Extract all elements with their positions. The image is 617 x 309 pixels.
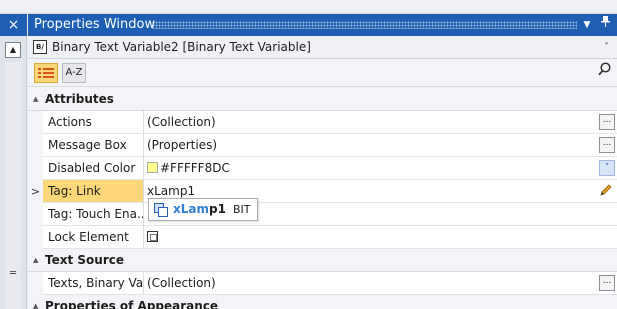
scroll-up-button[interactable]: ▲: [5, 42, 21, 58]
category-appearance[interactable]: ▲ Properties of Appearance: [28, 295, 617, 309]
category-label: Attributes: [45, 92, 114, 106]
window-title: Properties Window: [34, 17, 156, 32]
category-label: Properties of Appearance: [45, 299, 219, 309]
properties-panel: Properties Window ▼ B/ Binary Text Varia…: [28, 14, 617, 309]
property-value-text: #FFFFF8DC: [160, 161, 230, 175]
property-name: Actions: [43, 111, 144, 134]
chevron-down-icon[interactable]: ˅: [599, 160, 615, 176]
property-value-text: (Collection): [147, 115, 216, 129]
property-row-message-box[interactable]: Message Box (Properties) ...: [28, 134, 617, 157]
dropdown-arrow-icon[interactable]: ▼: [579, 14, 595, 36]
close-icon[interactable]: ×: [0, 14, 27, 36]
chevron-down-icon[interactable]: ˅: [604, 36, 609, 59]
collapse-icon[interactable]: ▲: [33, 295, 38, 309]
property-row-disabled-color[interactable]: Disabled Color #FFFFF8DC ˅: [28, 157, 617, 180]
suggestion-type: BIT: [233, 203, 251, 216]
suggestion-rest: p1: [209, 202, 226, 216]
categorized-view-button[interactable]: [34, 63, 58, 83]
top-strip: [0, 0, 617, 14]
splitter-grip-icon[interactable]: ═: [5, 269, 21, 279]
color-swatch: [147, 162, 158, 173]
property-row-texts[interactable]: Texts, Binary Va... (Collection) ...: [28, 272, 617, 295]
property-row-tag-link[interactable]: > Tag: Link xLamp1: [28, 180, 617, 203]
property-value-text: (Properties): [147, 138, 218, 152]
property-row-lock-element[interactable]: Lock Element: [28, 226, 617, 249]
property-grid: ▲ Attributes Actions (Collection) ... Me…: [28, 88, 617, 309]
suggestion-name: xLamp1: [173, 199, 226, 220]
selected-object-label: Binary Text Variable2 [Binary Text Varia…: [52, 40, 311, 54]
property-name: Tag: Link: [43, 180, 144, 203]
alphabetical-view-button[interactable]: A-Z: [62, 63, 86, 83]
property-value[interactable]: (Collection) ...: [144, 272, 617, 295]
category-attributes[interactable]: ▲ Attributes: [28, 88, 617, 111]
left-dock-gutter: × ▲ ═: [0, 14, 27, 309]
binary-text-variable-icon: B/: [33, 40, 47, 54]
lock-element-checkbox[interactable]: [147, 231, 158, 242]
property-value-text: xLamp1: [147, 184, 196, 198]
ellipsis-button[interactable]: ...: [599, 275, 615, 291]
ellipsis-button[interactable]: ...: [599, 114, 615, 130]
property-value[interactable]: [144, 226, 617, 249]
pencil-icon[interactable]: [599, 182, 613, 204]
property-name: Disabled Color: [43, 157, 144, 180]
property-name: Texts, Binary Va...: [43, 272, 144, 295]
property-name: Message Box: [43, 134, 144, 157]
autocomplete-item[interactable]: xLamp1 BIT: [148, 198, 258, 221]
expand-icon[interactable]: >: [28, 180, 43, 203]
property-row-actions[interactable]: Actions (Collection) ...: [28, 111, 617, 134]
property-value[interactable]: (Collection) ...: [144, 111, 617, 134]
property-row-tag-touch[interactable]: Tag: Touch Ena...: [28, 203, 617, 226]
property-value[interactable]: (Properties) ...: [144, 134, 617, 157]
category-label: Text Source: [45, 253, 124, 267]
collapse-icon[interactable]: ▲: [33, 88, 38, 110]
object-selector[interactable]: B/ Binary Text Variable2 [Binary Text Va…: [28, 36, 617, 59]
property-name: Lock Element: [43, 226, 144, 249]
property-value-text: (Collection): [147, 276, 216, 290]
property-toolbar: A-Z: [28, 59, 617, 87]
suggestion-match: xLam: [173, 202, 209, 216]
tag-variable-icon: [154, 203, 168, 217]
categorized-icon: [38, 68, 54, 78]
property-value[interactable]: #FFFFF8DC ˅: [144, 157, 617, 180]
title-drag-handle[interactable]: [152, 21, 577, 29]
pin-icon[interactable]: [597, 14, 613, 36]
search-icon[interactable]: [598, 62, 611, 80]
property-name: Tag: Touch Ena...: [43, 203, 144, 226]
title-bar: Properties Window ▼: [28, 14, 617, 36]
ellipsis-button[interactable]: ...: [599, 137, 615, 153]
category-text-source[interactable]: ▲ Text Source: [28, 249, 617, 272]
collapse-icon[interactable]: ▲: [33, 249, 38, 271]
